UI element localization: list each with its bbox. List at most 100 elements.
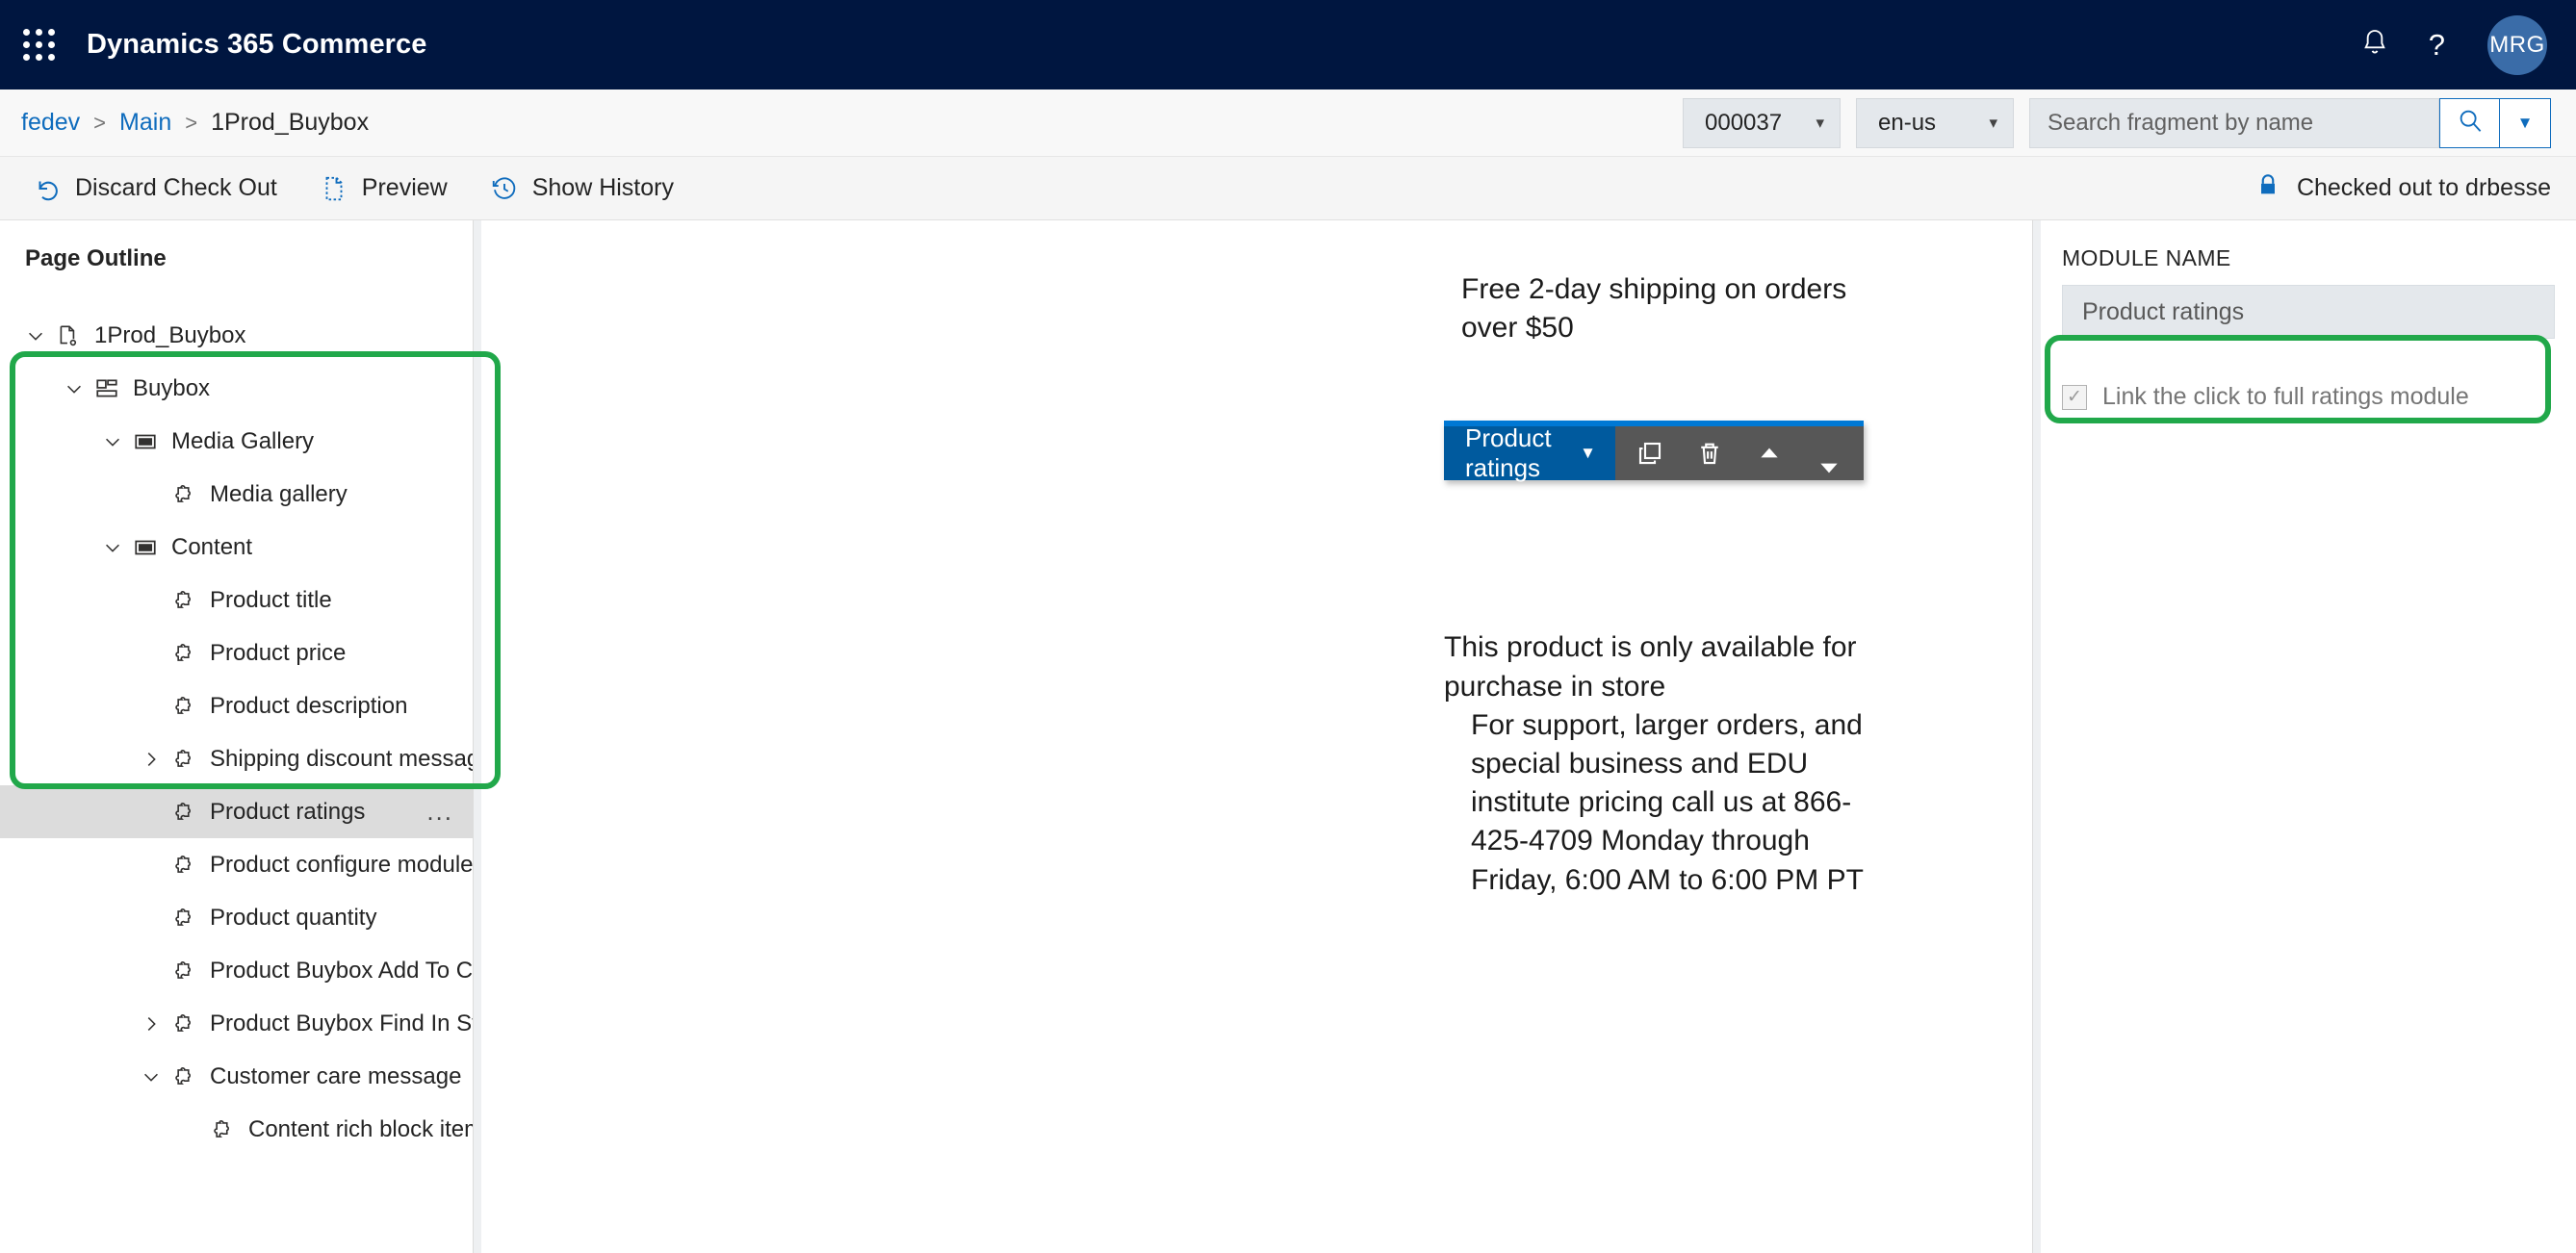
tree-item-label: Customer care message [210, 1062, 462, 1089]
layout-grid-icon [90, 376, 123, 401]
tree-item-overflow-menu[interactable]: ... [426, 799, 453, 823]
tree-item-label: Media gallery [210, 480, 348, 507]
chevron-right-icon[interactable] [135, 1008, 167, 1040]
chevron-down-icon[interactable] [96, 425, 129, 458]
tree-item-buybox[interactable]: Buybox [0, 362, 473, 415]
avatar[interactable]: MRG [2487, 14, 2547, 75]
checkbox-checked-icon[interactable]: ✓ [2062, 384, 2087, 410]
tree-item-label: Product ratings [210, 798, 366, 825]
tree-item-product-quantity[interactable]: Product quantity [0, 891, 473, 944]
discard-check-out-label: Discard Check Out [75, 174, 277, 201]
module-puzzle-icon [167, 1011, 200, 1036]
app-bar: Dynamics 365 Commerce ? MRG [0, 0, 2576, 90]
app-launcher-icon[interactable] [0, 0, 77, 90]
link-click-checkbox-row[interactable]: ✓ Link the click to full ratings module [2062, 383, 2555, 411]
tree-item-label: Product quantity [210, 904, 377, 931]
module-puzzle-icon [167, 1064, 200, 1089]
tree-item-media-gallery[interactable]: Media Gallery [0, 415, 473, 468]
module-tool-group [1615, 426, 1864, 480]
module-puzzle-icon [167, 694, 200, 719]
module-puzzle-icon [167, 906, 200, 931]
module-puzzle-icon [167, 641, 200, 666]
page-outline-panel: Page Outline 1Prod_Buybox Buybox Media Gal… [0, 220, 474, 1253]
breadcrumb-item-fedev[interactable]: fedev [21, 109, 80, 137]
tree-item-shipping-discount-message[interactable]: Shipping discount message [0, 732, 473, 785]
shipping-discount-message[interactable]: Free 2-day shipping on orders over $50 [1444, 220, 1896, 347]
module-puzzle-icon [167, 853, 200, 878]
breadcrumb-controls: 000037 ▾ en-us ▾ ▼ [1683, 97, 2551, 148]
tree-item-product-buybox-add-to-cart[interactable]: Product Buybox Add To Cart [0, 944, 473, 997]
discard-check-out-button[interactable]: Discard Check Out [33, 174, 277, 203]
show-history-button[interactable]: Show History [490, 174, 674, 203]
tree-item-label: Media Gallery [171, 427, 315, 454]
tree-item-content[interactable]: Content [0, 521, 473, 574]
tree-item-1prod-buybox[interactable]: 1Prod_Buybox [0, 309, 473, 362]
app-launcher-grid [22, 29, 55, 61]
tree-item-product-ratings[interactable]: Product ratings... [0, 785, 473, 838]
tree-item-label: Product configure module [210, 851, 474, 878]
search-field[interactable] [2029, 97, 2439, 148]
tree-item-label: Content [171, 533, 253, 560]
product-store-availability-message[interactable]: This product is only available for purch… [1444, 347, 1896, 705]
version-select[interactable]: 000037 ▾ [1683, 97, 1841, 148]
preview-button[interactable]: Preview [320, 174, 448, 203]
page-canvas: Free 2-day shipping on orders over $50 P… [481, 220, 2033, 1253]
module-properties-panel: MODULE NAME Product ratings ✓ Link the c… [2041, 220, 2576, 1253]
search-icon [2456, 106, 2485, 140]
delete-icon[interactable] [1683, 426, 1737, 480]
module-puzzle-icon [167, 747, 200, 772]
checkout-status: Checked out to drbesse [2254, 170, 2551, 206]
chevron-down-icon[interactable] [19, 320, 52, 352]
module-name-heading: MODULE NAME [2062, 245, 2231, 270]
tree-item-product-buybox-find-in-store[interactable]: Product Buybox Find In Store [0, 997, 473, 1050]
tree-item-media-gallery[interactable]: Media gallery [0, 468, 473, 521]
workspace: Page Outline 1Prod_Buybox Buybox Media Gal… [0, 220, 2576, 1253]
page-preview-icon [320, 174, 348, 203]
breadcrumb-item-main[interactable]: Main [119, 109, 171, 137]
tree-item-product-price[interactable]: Product price [0, 626, 473, 679]
module-puzzle-icon [167, 588, 200, 613]
module-puzzle-icon [167, 959, 200, 984]
move-up-icon[interactable] [1742, 426, 1796, 480]
search-options-button[interactable]: ▼ [2499, 97, 2551, 148]
checkout-status-label: Checked out to drbesse [2296, 174, 2551, 201]
tree-item-content-rich-block-item-1[interactable]: Content rich block item 1 [0, 1103, 473, 1156]
search-button[interactable] [2439, 97, 2499, 148]
chevron-down-icon: ▾ [1816, 113, 1824, 132]
module-name-field[interactable]: Product ratings [2062, 285, 2555, 339]
chevron-down-icon[interactable] [58, 372, 90, 405]
container-icon [129, 429, 162, 454]
question-mark-icon[interactable]: ? [2429, 30, 2445, 60]
module-puzzle-icon [167, 800, 200, 825]
tree-item-label: Product Buybox Add To Cart [210, 957, 474, 984]
tree-item-product-title[interactable]: Product title [0, 574, 473, 626]
preview-label: Preview [361, 174, 448, 201]
chevron-right-icon[interactable] [135, 743, 167, 776]
module-name-dropdown[interactable]: Product ratings ▼ [1444, 423, 1615, 482]
duplicate-icon[interactable] [1623, 426, 1677, 480]
locale-select[interactable]: en-us ▾ [1856, 97, 2014, 148]
tree-item-label: Product price [210, 639, 347, 666]
tree-item-product-description[interactable]: Product description [0, 679, 473, 732]
breadcrumb-item-current: 1Prod_Buybox [211, 109, 370, 136]
link-click-checkbox-label: Link the click to full ratings module [2102, 383, 2469, 410]
module-name-value: Product ratings [2082, 297, 2245, 325]
app-title: Dynamics 365 Commerce [87, 29, 427, 60]
page-settings-icon [52, 323, 85, 348]
chevron-down-icon[interactable] [96, 531, 129, 564]
tree-item-label: Shipping discount message [210, 745, 474, 772]
customer-care-message[interactable]: For support, larger orders, and special … [1444, 706, 1896, 900]
tree-item-label: Content rich block item 1 [248, 1115, 473, 1142]
page-outline-title: Page Outline [25, 245, 167, 271]
bell-icon[interactable] [2359, 27, 2390, 63]
module-name-label: Product ratings [1465, 423, 1552, 482]
tree-item-label: Product title [210, 586, 332, 613]
search-input[interactable] [2048, 109, 2421, 137]
chevron-down-icon[interactable] [135, 1061, 167, 1093]
module-puzzle-icon [167, 482, 200, 507]
tree-item-product-configure-module[interactable]: Product configure module [0, 838, 473, 891]
move-down-icon[interactable] [1802, 426, 1856, 480]
tree-item-customer-care-message[interactable]: Customer care message [0, 1050, 473, 1103]
checkmark-glyph: ✓ [2067, 387, 2082, 407]
breadcrumb-separator: > [185, 110, 198, 135]
